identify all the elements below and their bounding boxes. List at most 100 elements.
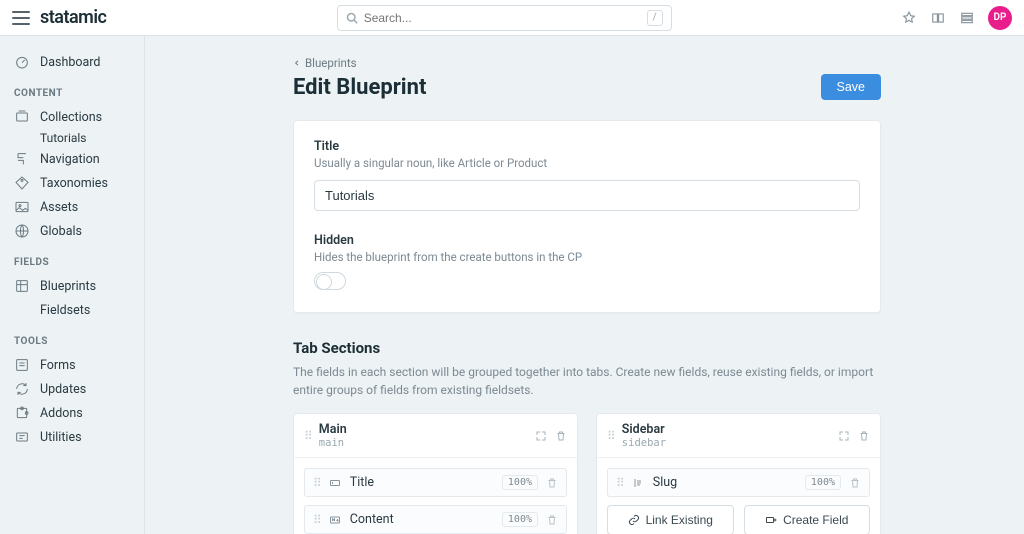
- nav-label: Taxonomies: [40, 176, 108, 191]
- hidden-label: Hidden: [314, 233, 860, 248]
- field-name: Content: [350, 512, 494, 527]
- nav-assets[interactable]: Assets: [0, 195, 144, 219]
- tab-name[interactable]: Sidebar: [622, 422, 830, 437]
- markdown-field-icon: [328, 514, 342, 526]
- page-title: Edit Blueprint: [293, 75, 426, 100]
- collections-icon: [14, 109, 30, 125]
- image-icon: [14, 199, 30, 215]
- nav-blueprints[interactable]: Blueprints: [0, 274, 144, 298]
- nav-addons[interactable]: Addons: [0, 401, 144, 425]
- sidebar: Dashboard CONTENT Collections Tutorials …: [0, 36, 145, 534]
- chevron-left-icon: [293, 59, 301, 67]
- nav-label: Globals: [40, 224, 82, 239]
- title-label: Title: [314, 139, 860, 154]
- tag-icon: [14, 175, 30, 191]
- field-row[interactable]: ⠿ Title 100%: [304, 468, 567, 497]
- trash-icon[interactable]: [858, 430, 870, 442]
- wrench-icon: [14, 429, 30, 445]
- title-help: Usually a singular noun, like Article or…: [314, 156, 860, 170]
- search-shortcut-hint: /: [647, 10, 663, 26]
- nav-label: Navigation: [40, 152, 100, 167]
- nav-taxonomies[interactable]: Taxonomies: [0, 171, 144, 195]
- width-badge[interactable]: 100%: [805, 475, 841, 490]
- hidden-field-block: Hidden Hides the blueprint from the crea…: [314, 233, 860, 290]
- field-name: Title: [350, 475, 494, 490]
- tab-sections-help: The fields in each section will be group…: [293, 363, 881, 399]
- tab-handle: main: [319, 437, 527, 449]
- hidden-toggle[interactable]: [314, 272, 346, 290]
- avatar[interactable]: DP: [988, 6, 1012, 30]
- width-badge[interactable]: 100%: [502, 475, 538, 490]
- global-search[interactable]: /: [337, 5, 672, 31]
- navigation-icon: [14, 151, 30, 167]
- tab-card-sidebar: ⠿ Sidebar sidebar: [596, 413, 881, 534]
- topbar: statamic / DP: [0, 0, 1024, 36]
- create-field-button[interactable]: Create Field: [744, 505, 871, 534]
- tab-sections-title: Tab Sections: [293, 339, 881, 357]
- tab-handle: sidebar: [622, 437, 830, 449]
- tab-card-main: ⠿ Main main ⠿: [293, 413, 578, 534]
- link-icon: [628, 514, 640, 526]
- fieldset-icon: [14, 302, 30, 318]
- drag-handle-icon[interactable]: ⠿: [304, 429, 311, 443]
- nav-label: Fieldsets: [40, 303, 90, 318]
- updates-icon: [14, 381, 30, 397]
- brand-logo[interactable]: statamic: [40, 7, 106, 28]
- drag-handle-icon[interactable]: ⠿: [313, 476, 320, 490]
- nav-label: Addons: [40, 406, 83, 421]
- trash-icon[interactable]: [849, 477, 861, 489]
- trash-icon[interactable]: [555, 430, 567, 442]
- width-badge[interactable]: 100%: [502, 512, 538, 527]
- field-row[interactable]: ⠿ Slug 100%: [607, 468, 870, 497]
- nav-collections-tutorials[interactable]: Tutorials: [0, 129, 144, 147]
- nav-heading-fields: FIELDS: [0, 243, 144, 274]
- expand-icon[interactable]: [838, 430, 850, 442]
- globe-icon: [14, 223, 30, 239]
- book-icon[interactable]: [930, 11, 946, 25]
- nav-label: Collections: [40, 110, 102, 125]
- nav-heading-content: CONTENT: [0, 74, 144, 105]
- nav-forms[interactable]: Forms: [0, 353, 144, 377]
- text-field-icon: [328, 477, 342, 489]
- nav-label: Utilities: [40, 430, 82, 445]
- nav-label: Forms: [40, 358, 76, 373]
- field-row[interactable]: ⠿ Content 100%: [304, 505, 567, 534]
- nav-updates[interactable]: Updates: [0, 377, 144, 401]
- drag-handle-icon[interactable]: ⠿: [607, 429, 614, 443]
- title-input[interactable]: [314, 180, 860, 211]
- drag-handle-icon[interactable]: ⠿: [313, 513, 320, 527]
- nav-navigation[interactable]: Navigation: [0, 147, 144, 171]
- nav-globals[interactable]: Globals: [0, 219, 144, 243]
- trash-icon[interactable]: [546, 477, 558, 489]
- nav-dashboard[interactable]: Dashboard: [0, 50, 144, 74]
- blueprint-icon: [14, 278, 30, 294]
- nav-label: Dashboard: [40, 55, 100, 70]
- nav-fieldsets[interactable]: Fieldsets: [0, 298, 144, 322]
- preferences-icon[interactable]: [960, 11, 974, 25]
- pin-icon[interactable]: [902, 11, 916, 25]
- nav-label: Blueprints: [40, 279, 96, 294]
- expand-icon[interactable]: [535, 430, 547, 442]
- title-field-block: Title Usually a singular noun, like Arti…: [314, 139, 860, 211]
- nav-label: Updates: [40, 382, 86, 397]
- nav-heading-tools: TOOLS: [0, 322, 144, 353]
- nav-collections[interactable]: Collections: [0, 105, 144, 129]
- menu-toggle[interactable]: [12, 11, 30, 25]
- breadcrumb[interactable]: Blueprints: [293, 56, 881, 70]
- blueprint-settings-card: Title Usually a singular noun, like Arti…: [293, 120, 881, 313]
- save-button[interactable]: Save: [821, 74, 882, 100]
- gauge-icon: [14, 54, 30, 70]
- search-input[interactable]: [364, 11, 641, 25]
- button-label: Link Existing: [646, 513, 713, 527]
- field-name: Slug: [653, 475, 797, 490]
- puzzle-icon: [14, 405, 30, 421]
- plus-field-icon: [765, 514, 777, 526]
- slug-field-icon: [631, 477, 645, 489]
- nav-utilities[interactable]: Utilities: [0, 425, 144, 449]
- link-existing-button[interactable]: Link Existing: [607, 505, 734, 534]
- content: Blueprints Edit Blueprint Save Title Usu…: [145, 36, 1024, 534]
- trash-icon[interactable]: [546, 514, 558, 526]
- search-icon: [346, 12, 358, 24]
- tab-name[interactable]: Main: [319, 422, 527, 437]
- drag-handle-icon[interactable]: ⠿: [616, 476, 623, 490]
